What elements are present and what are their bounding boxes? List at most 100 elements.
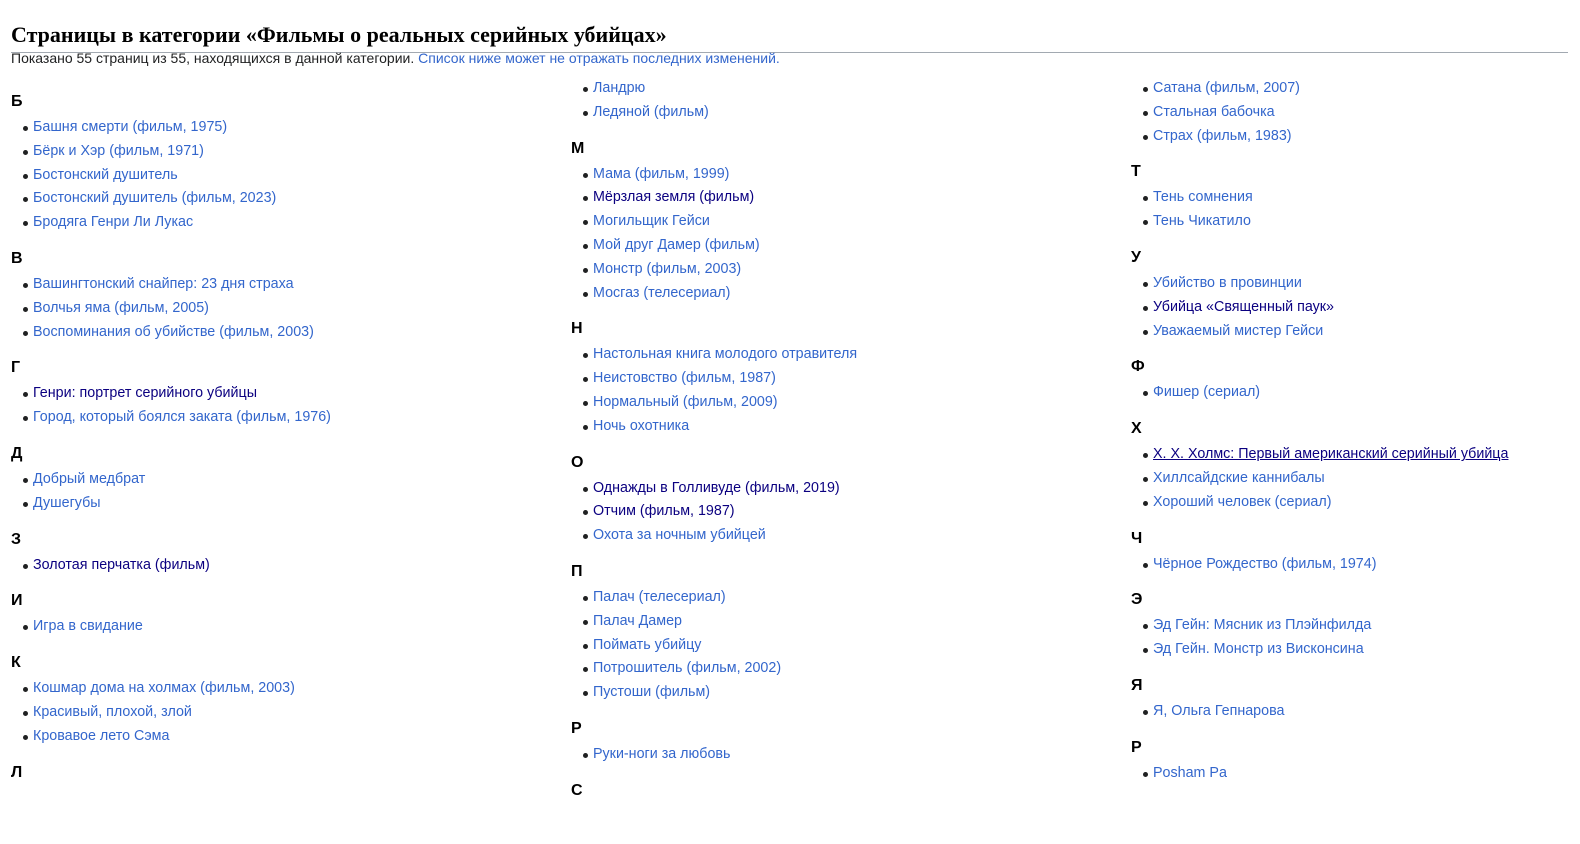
category-group: Ф Фишер (сериал) xyxy=(1131,357,1508,405)
page-link[interactable]: Мой друг Дамер (фильм) xyxy=(593,237,760,253)
page-link[interactable]: Сатана (фильм, 2007) xyxy=(1153,80,1300,96)
group-letter-heading: С xyxy=(571,781,583,799)
page-link[interactable]: Эд Гейн: Мясник из Плэйнфилда xyxy=(1153,617,1371,633)
page-link[interactable]: Добрый медбрат xyxy=(33,471,145,487)
page-list: Сатана (фильм, 2007) Стальная бабочка Стра… xyxy=(1131,77,1508,148)
page-link[interactable]: Могильщик Гейси xyxy=(593,213,710,229)
page-link[interactable]: Воспоминания об убийстве (фильм, 2003) xyxy=(33,324,314,340)
category-group: Р Руки-ноги за любовь xyxy=(571,719,857,767)
list-item: Волчья яма (фильм, 2005) xyxy=(11,297,331,321)
page-link[interactable]: Кошмар дома на холмах (фильм, 2003) xyxy=(33,680,295,696)
page-link[interactable]: Золотая перчатка (фильм) xyxy=(33,557,210,573)
list-item: Бродяга Генри Ли Лукас xyxy=(11,211,331,235)
list-item: Палач Дамер xyxy=(571,610,857,634)
list-item: Ландрю xyxy=(571,77,857,101)
category-group: З Золотая перчатка (фильм) xyxy=(11,530,331,578)
page-list: Мама (фильм, 1999) Мёрзлая земля (фильм) М… xyxy=(571,163,857,306)
page-list: Х. Х. Холмс: Первый американский серийны… xyxy=(1131,443,1508,514)
page-link[interactable]: Posham Pa xyxy=(1153,765,1227,781)
page-link[interactable]: Х. Х. Холмс: Первый американский серийны… xyxy=(1153,446,1508,462)
page-link[interactable]: Фишер (сериал) xyxy=(1153,384,1260,400)
page-link[interactable]: Эд Гейн. Монстр из Висконсина xyxy=(1153,641,1364,657)
page-link[interactable]: Мёрзлая земля (фильм) xyxy=(593,189,754,205)
page-link[interactable]: Палач (телесериал) xyxy=(593,589,726,605)
list-item: Однажды в Голливуде (фильм, 2019) xyxy=(571,477,857,501)
page-link[interactable]: Ландрю xyxy=(593,80,645,96)
list-item: Тень сомнения xyxy=(1131,186,1508,210)
page-link[interactable]: Тень Чикатило xyxy=(1153,213,1251,229)
group-letter-heading: Т xyxy=(1131,163,1141,181)
list-item: Душегубы xyxy=(11,492,331,516)
page-link[interactable]: Хороший человек (сериал) xyxy=(1153,494,1332,510)
category-group: Т Тень сомнения Тень Чикатило xyxy=(1131,162,1508,234)
list-item: Posham Pa xyxy=(1131,762,1508,786)
category-group: У Убийство в провинции Убийца «Священный п… xyxy=(1131,248,1508,343)
page-list: Руки-ноги за любовь xyxy=(571,743,857,767)
list-item: Красивый, плохой, злой xyxy=(11,701,331,725)
page-link[interactable]: Стальная бабочка xyxy=(1153,104,1275,120)
page-link[interactable]: Красивый, плохой, злой xyxy=(33,704,192,720)
category-summary: Показано 55 страниц из 55, находящихся в… xyxy=(11,48,780,68)
group-letter-heading: Э xyxy=(1131,591,1143,609)
group-letter-heading: В xyxy=(11,249,23,267)
group-letter-heading: Я xyxy=(1131,676,1143,694)
page-link[interactable]: Чёрное Рождество (фильм, 1974) xyxy=(1153,556,1376,572)
page-link[interactable]: Палач Дамер xyxy=(593,613,682,629)
list-item: Потрошитель (фильм, 2002) xyxy=(571,657,857,681)
category-group: Б Башня смерти (фильм, 1975) Бёрк и Хэр (ф… xyxy=(11,92,331,235)
page-link[interactable]: Уважаемый мистер Гейси xyxy=(1153,323,1323,339)
page-link[interactable]: Руки-ноги за любовь xyxy=(593,746,730,762)
page-link[interactable]: Потрошитель (фильм, 2002) xyxy=(593,660,781,676)
page-link[interactable]: Неистовство (фильм, 1987) xyxy=(593,370,776,386)
page-link[interactable]: Поймать убийцу xyxy=(593,637,701,653)
page-link[interactable]: Кровавое лето Сэма xyxy=(33,728,169,744)
category-group: П Палач (телесериал) Палач Дамер Поймать уб… xyxy=(571,562,857,705)
page-list: Фишер (сериал) xyxy=(1131,381,1508,405)
page-link[interactable]: Страх (фильм, 1983) xyxy=(1153,128,1292,144)
page-link[interactable]: Настольная книга молодого отравителя xyxy=(593,346,857,362)
page-link[interactable]: Бостонский душитель xyxy=(33,167,178,183)
list-item: Убийство в провинции xyxy=(1131,272,1508,296)
group-letter-heading: Г xyxy=(11,359,21,377)
category-column-2: Ландрю Ледяной (фильм) М Мама (фильм, 1999)… xyxy=(571,77,857,805)
page-link[interactable]: Мама (фильм, 1999) xyxy=(593,166,729,182)
page-link[interactable]: Отчим (фильм, 1987) xyxy=(593,503,735,519)
page-link[interactable]: Вашингтонский снайпер: 23 дня страха xyxy=(33,276,294,292)
page-link[interactable]: Убийца «Священный паук» xyxy=(1153,299,1334,315)
page-link[interactable]: Нормальный (фильм, 2009) xyxy=(593,394,778,410)
list-item: Игра в свидание xyxy=(11,615,331,639)
group-letter-heading: Б xyxy=(11,93,23,110)
page-link[interactable]: Однажды в Голливуде (фильм, 2019) xyxy=(593,480,840,496)
list-item: Генри: портрет серийного убийцы xyxy=(11,382,331,406)
category-group: Ландрю Ледяной (фильм) xyxy=(571,77,857,125)
page-link[interactable]: Генри: портрет серийного убийцы xyxy=(33,385,257,401)
list-item: Неистовство (фильм, 1987) xyxy=(571,367,857,391)
page-list: Башня смерти (фильм, 1975) Бёрк и Хэр (фи… xyxy=(11,116,331,235)
page-link[interactable]: Игра в свидание xyxy=(33,618,143,634)
page-link[interactable]: Ночь охотника xyxy=(593,418,689,434)
list-item: Добрый медбрат xyxy=(11,468,331,492)
page-link[interactable]: Душегубы xyxy=(33,495,101,511)
page-link[interactable]: Охота за ночным убийцей xyxy=(593,527,766,543)
page-link[interactable]: Бостонский душитель (фильм, 2023) xyxy=(33,190,276,206)
page-link[interactable]: Мосгаз (телесериал) xyxy=(593,285,730,301)
page-link[interactable]: Хиллсайдские каннибалы xyxy=(1153,470,1325,486)
page-link[interactable]: Убийство в провинции xyxy=(1153,275,1302,291)
list-item: Бёрк и Хэр (фильм, 1971) xyxy=(11,140,331,164)
page-link[interactable]: Я, Ольга Гепнарова xyxy=(1153,703,1284,719)
page-link[interactable]: Тень сомнения xyxy=(1153,189,1253,205)
page-list: Палач (телесериал) Палач Дамер Поймать уби… xyxy=(571,586,857,705)
page-link[interactable]: Монстр (фильм, 2003) xyxy=(593,261,741,277)
page-link[interactable]: Пустоши (фильм) xyxy=(593,684,710,700)
page-link[interactable]: Волчья яма (фильм, 2005) xyxy=(33,300,209,316)
recent-changes-notice-link[interactable]: Список ниже может не отражать последних … xyxy=(418,50,780,66)
list-item: Сатана (фильм, 2007) xyxy=(1131,77,1508,101)
list-item: Башня смерти (фильм, 1975) xyxy=(11,116,331,140)
page-link[interactable]: Бродяга Генри Ли Лукас xyxy=(33,214,193,230)
page-link[interactable]: Город, который боялся заката (фильм, 197… xyxy=(33,409,331,425)
page-list: Ландрю Ледяной (фильм) xyxy=(571,77,857,125)
page-link[interactable]: Ледяной (фильм) xyxy=(593,104,709,120)
page-link[interactable]: Бёрк и Хэр (фильм, 1971) xyxy=(33,143,204,159)
group-letter-heading: P xyxy=(1131,738,1142,756)
page-link[interactable]: Башня смерти (фильм, 1975) xyxy=(33,119,227,135)
